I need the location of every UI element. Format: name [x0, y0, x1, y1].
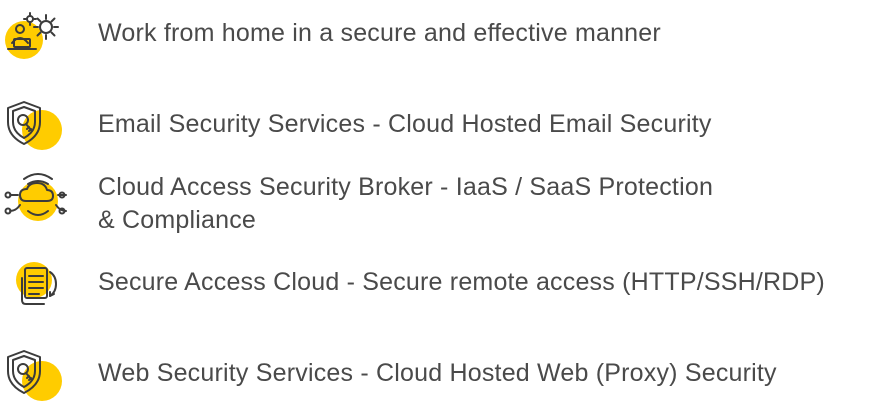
shield-key-icon: [0, 94, 70, 154]
feature-label: Email Security Services - Cloud Hosted E…: [98, 108, 712, 141]
feature-label-line: Cloud Access Security Broker - IaaS / Sa…: [98, 173, 714, 201]
feature-label-line: Web Security Services - Cloud Hosted Web…: [98, 359, 777, 387]
feature-label-line: & Compliance: [98, 206, 257, 234]
feature-label: Work from home in a secure and effective…: [98, 17, 661, 50]
feature-label: Secure Access Cloud - Secure remote acce…: [98, 266, 825, 299]
feature-label: Web Security Services - Cloud Hosted Web…: [98, 357, 777, 390]
feature-label-line: Email Security Services - Cloud Hosted E…: [98, 110, 712, 138]
feature-label-line: Work from home in a secure and effective…: [98, 19, 661, 47]
feature-label-line: Secure Access Cloud - Secure remote acce…: [98, 268, 825, 296]
remote-work-gear-icon: [0, 3, 70, 63]
secure-document-icon: [0, 258, 70, 318]
cloud-network-icon: [0, 165, 70, 225]
shield-key-icon: [0, 343, 70, 403]
feature-list: Work from home in a secure and effective…: [0, 0, 878, 403]
feature-label: Cloud Access Security Broker - IaaS / Sa…: [98, 171, 713, 237]
